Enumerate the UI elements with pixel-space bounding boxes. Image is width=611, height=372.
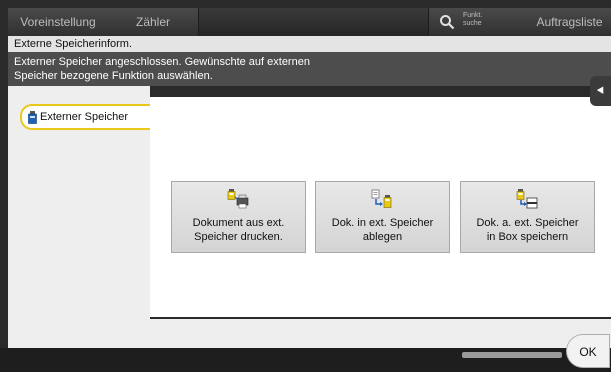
save-to-external-memory-button[interactable]: Dok. in ext. Speicher ablegen	[315, 181, 450, 253]
info-message: Externer Speicher angeschlossen. Gewünsc…	[8, 52, 611, 86]
tab-presets[interactable]: Voreinstellung	[8, 8, 109, 36]
info-line-1: Externer Speicher angeschlossen. Gewünsc…	[14, 56, 310, 68]
sidebar-item-external-memory[interactable]: Externer Speicher	[20, 104, 158, 130]
tab-counter[interactable]: Zähler	[108, 8, 199, 36]
usb-memory-icon	[28, 110, 37, 124]
top-bar: Voreinstellung Zähler Funkt. suche Auftr…	[8, 8, 611, 36]
bottom-area	[150, 319, 611, 348]
print-from-external-memory-button[interactable]: Dokument aus ext. Speicher drucken.	[171, 181, 306, 253]
function-search-label: Funkt. suche	[463, 12, 483, 27]
ok-button[interactable]: OK	[566, 334, 610, 368]
function-label: Dok. in ext. Speicher ablegen	[331, 217, 434, 243]
sidebar-item-label: Externer Speicher	[40, 111, 129, 123]
print-from-usb-icon	[227, 189, 249, 209]
status-strip	[462, 352, 562, 358]
tab-job-list[interactable]: Auftragsliste	[528, 8, 611, 36]
collapse-panel-button[interactable]: ⯇	[590, 76, 611, 106]
page-title: Externe Speicherinform.	[8, 36, 611, 52]
double-arrow-left-icon: ⯇	[595, 84, 606, 98]
usb-to-box-icon	[516, 189, 538, 209]
function-label: Dokument aus ext. Speicher drucken.	[192, 217, 285, 243]
function-search-button[interactable]: Funkt. suche	[428, 8, 530, 36]
function-label: Dok. a. ext. Speicher in Box speichern	[476, 217, 579, 243]
search-icon	[440, 15, 455, 30]
save-from-external-memory-to-box-button[interactable]: Dok. a. ext. Speicher in Box speichern	[460, 181, 595, 253]
save-to-usb-icon	[371, 189, 392, 208]
screen: Voreinstellung Zähler Funkt. suche Auftr…	[0, 0, 611, 372]
info-line-2: Speicher bezogene Funktion auswählen.	[14, 70, 213, 82]
